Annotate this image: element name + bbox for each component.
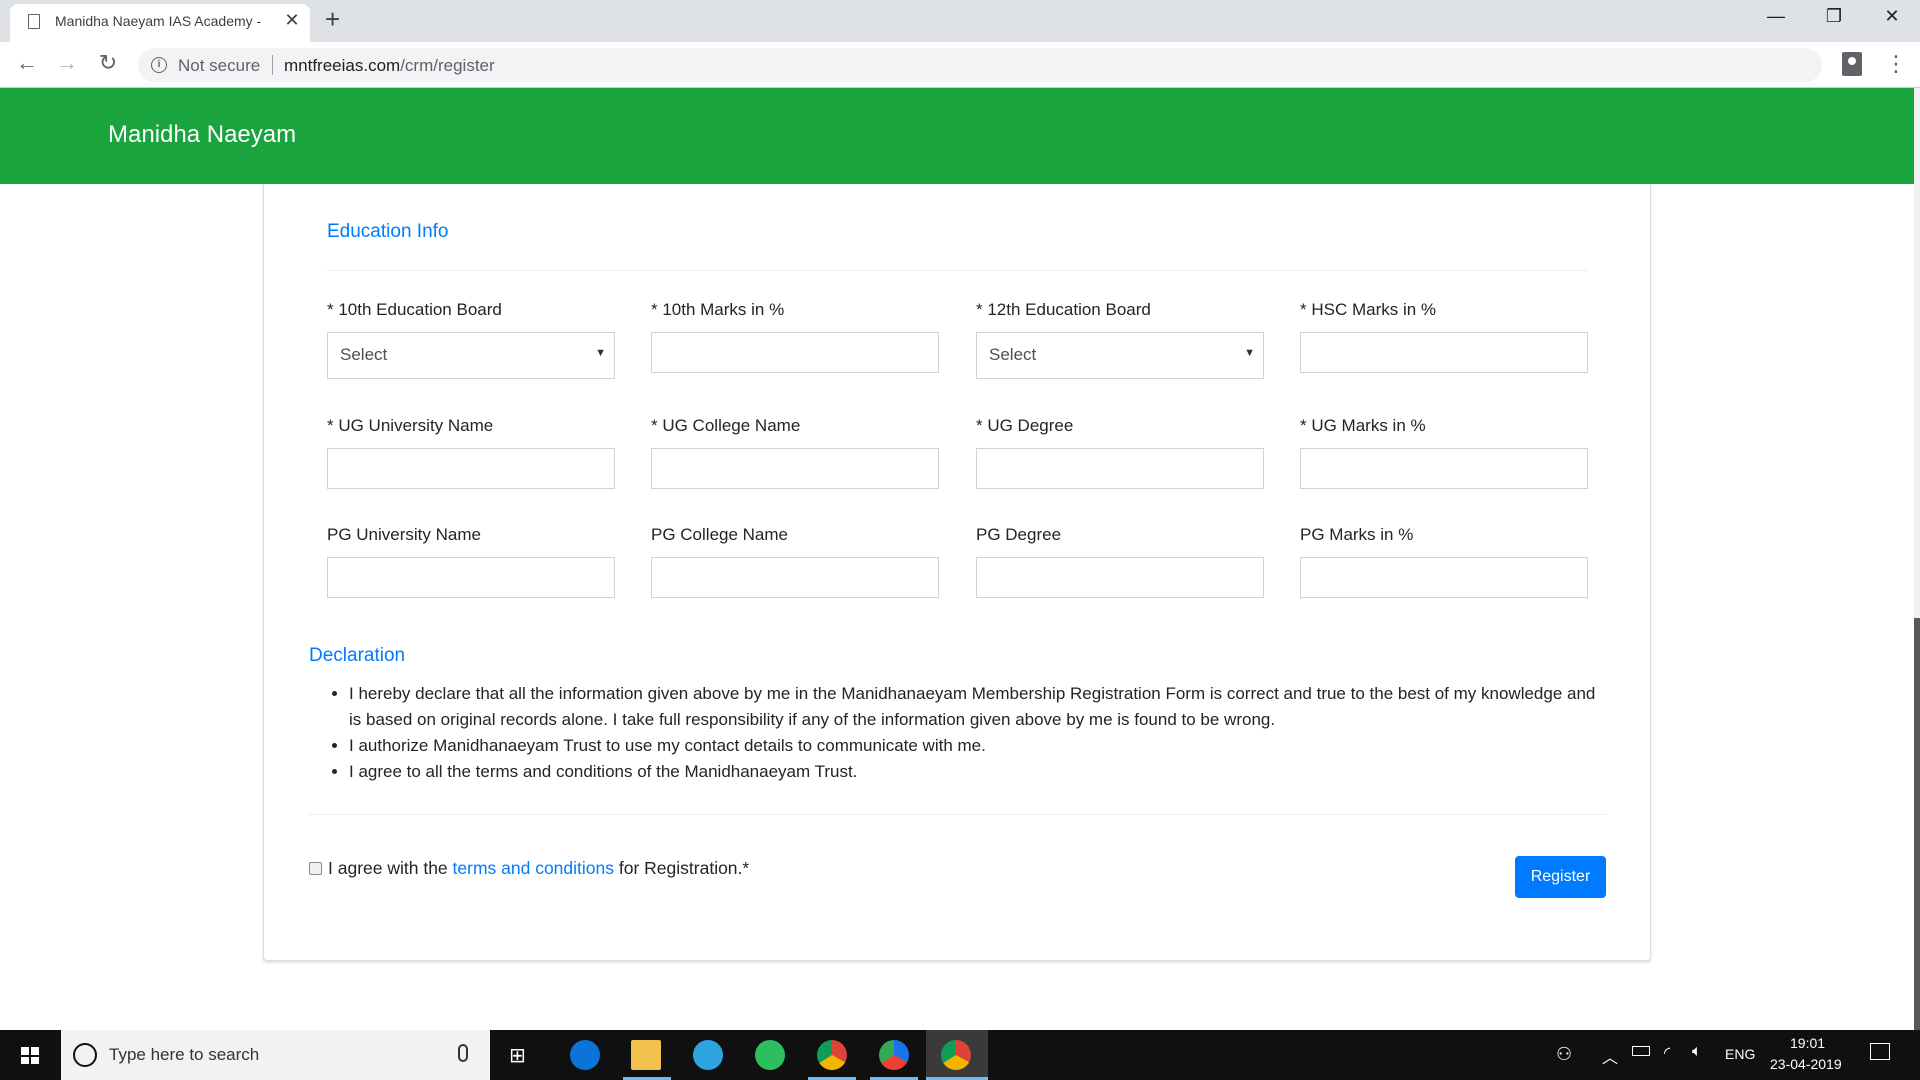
agree-prefix: I agree with the (328, 858, 453, 878)
battery-icon[interactable] (1632, 1046, 1650, 1056)
tab-title: Manidha Naeyam IAS Academy - (55, 13, 262, 29)
pg-marks-input[interactable] (1300, 557, 1588, 598)
search-placeholder: Type here to search (109, 1045, 260, 1064)
window-close-button[interactable]: ✕ (1872, 6, 1912, 27)
task-view-icon[interactable]: ⊞ (509, 1043, 526, 1068)
url-text[interactable]: mntfreeias.com/crm/register (284, 56, 495, 76)
pg-college-input[interactable] (651, 557, 939, 598)
pg-marks-label: PG Marks in % (1300, 525, 1414, 544)
profile-icon[interactable] (1842, 52, 1862, 76)
terms-checkbox[interactable] (309, 862, 322, 875)
evernote-icon[interactable] (755, 1040, 785, 1070)
pg-university-label: PG University Name (327, 525, 481, 544)
tenth-board-value: Select (340, 345, 388, 364)
url-path: /crm/register (400, 56, 495, 75)
file-explorer-icon[interactable] (631, 1040, 661, 1070)
chevron-up-icon[interactable]: ︿ (1602, 1044, 1618, 1068)
language-indicator[interactable]: ENG (1725, 1046, 1755, 1062)
info-icon[interactable]: i (151, 57, 167, 73)
scrollbar-thumb[interactable] (1914, 618, 1920, 1030)
ug-university-label: * UG University Name (327, 416, 494, 435)
twelfth-board-value: Select (989, 345, 1037, 364)
ug-marks-input[interactable] (1300, 448, 1588, 489)
pg-college-label: PG College Name (651, 525, 789, 544)
windows-logo-icon (21, 1047, 39, 1064)
chrome-icon[interactable] (941, 1040, 971, 1070)
page-scrollbar[interactable] (1914, 88, 1920, 1030)
agree-suffix: for Registration.* (614, 858, 750, 878)
chevron-down-icon: ▼ (595, 347, 606, 359)
microphone-icon[interactable] (458, 1044, 468, 1062)
hsc-marks-input[interactable] (1300, 332, 1588, 373)
tenth-marks-label: * 10th Marks in % (651, 300, 785, 319)
ug-marks-label: * UG Marks in % (1300, 416, 1426, 435)
tenth-board-select[interactable]: Select ▼ (327, 332, 615, 379)
chrome-canary-icon[interactable] (879, 1040, 909, 1070)
chrome-icon[interactable] (817, 1040, 847, 1070)
declaration-item: I authorize Manidhanaeyam Trust to use m… (349, 733, 1609, 759)
browser-tab[interactable]: Manidha Naeyam IAS Academy - ✕ (10, 4, 310, 42)
tenth-marks-input[interactable] (651, 332, 939, 373)
telegram-icon[interactable] (693, 1040, 723, 1070)
url-host: mntfreeias.com (284, 56, 401, 75)
pg-university-input[interactable] (327, 557, 615, 598)
ug-degree-input[interactable] (976, 448, 1264, 489)
ug-college-label: * UG College Name (651, 416, 801, 435)
start-button[interactable] (0, 1030, 60, 1080)
terms-link[interactable]: terms and conditions (453, 858, 614, 878)
minimize-button[interactable]: — (1756, 6, 1796, 27)
declaration-list: I hereby declare that all the informatio… (309, 681, 1609, 785)
reload-button[interactable]: ↻ (93, 50, 123, 76)
ug-degree-label: * UG Degree (976, 416, 1074, 435)
declaration-item: I agree to all the terms and conditions … (349, 759, 1609, 785)
document-icon (28, 14, 40, 29)
tenth-board-label: * 10th Education Board (327, 300, 502, 319)
volume-icon[interactable]: 🔈︎ (1692, 1043, 1702, 1061)
people-icon[interactable]: ⚇ (1556, 1044, 1572, 1065)
notification-icon[interactable] (1870, 1043, 1890, 1060)
registration-form-card: Education Info * 10th Education Board Se… (263, 184, 1651, 961)
ug-university-input[interactable] (327, 448, 615, 489)
section-divider (327, 270, 1587, 271)
cortana-icon (73, 1043, 97, 1067)
education-info-heading: Education Info (327, 221, 449, 242)
edge-icon[interactable] (570, 1040, 600, 1070)
brand-title[interactable]: Manidha Naeyam (108, 121, 296, 149)
footer-divider (309, 814, 1606, 815)
hsc-marks-label: * HSC Marks in % (1300, 300, 1437, 319)
wifi-icon[interactable]: ◜ (1664, 1043, 1670, 1063)
address-bar[interactable]: i Not secure mntfreeias.com/crm/register (138, 48, 1822, 82)
back-button[interactable]: ← (12, 50, 42, 76)
terms-agreement: I agree with the terms and conditions fo… (309, 858, 749, 879)
security-label: Not secure (178, 56, 261, 75)
twelfth-board-select[interactable]: Select ▼ (976, 332, 1264, 379)
clock-date[interactable]: 23-04-2019 (1770, 1056, 1842, 1072)
browser-tab-strip: Manidha Naeyam IAS Academy - ✕ + — ❐ ✕ (0, 0, 1920, 42)
taskbar: Type here to search ⊞ ⚇ ︿ ◜ 🔈︎ ENG 19:01… (0, 1030, 1920, 1080)
new-tab-button[interactable]: + (325, 4, 340, 35)
page-content: Education Info * 10th Education Board Se… (0, 184, 1914, 1030)
twelfth-board-label: * 12th Education Board (976, 300, 1151, 319)
register-button[interactable]: Register (1515, 856, 1606, 898)
browser-toolbar: ← → ↻ i Not secure mntfreeias.com/crm/re… (0, 42, 1920, 88)
tab-close-icon[interactable]: ✕ (282, 10, 302, 31)
clock-time[interactable]: 19:01 (1790, 1035, 1825, 1051)
menu-icon[interactable]: ⋮ (1885, 50, 1907, 78)
separator (272, 55, 273, 75)
pg-degree-input[interactable] (976, 557, 1264, 598)
chevron-down-icon: ▼ (1244, 347, 1255, 359)
app-header: Manidha Naeyam (0, 88, 1914, 184)
restore-button[interactable]: ❐ (1814, 6, 1854, 27)
taskbar-search[interactable]: Type here to search (61, 1030, 490, 1080)
declaration-item: I hereby declare that all the informatio… (349, 681, 1609, 733)
declaration-heading: Declaration (309, 645, 406, 666)
ug-college-input[interactable] (651, 448, 939, 489)
pg-degree-label: PG Degree (976, 525, 1062, 544)
forward-button[interactable]: → (52, 50, 82, 76)
